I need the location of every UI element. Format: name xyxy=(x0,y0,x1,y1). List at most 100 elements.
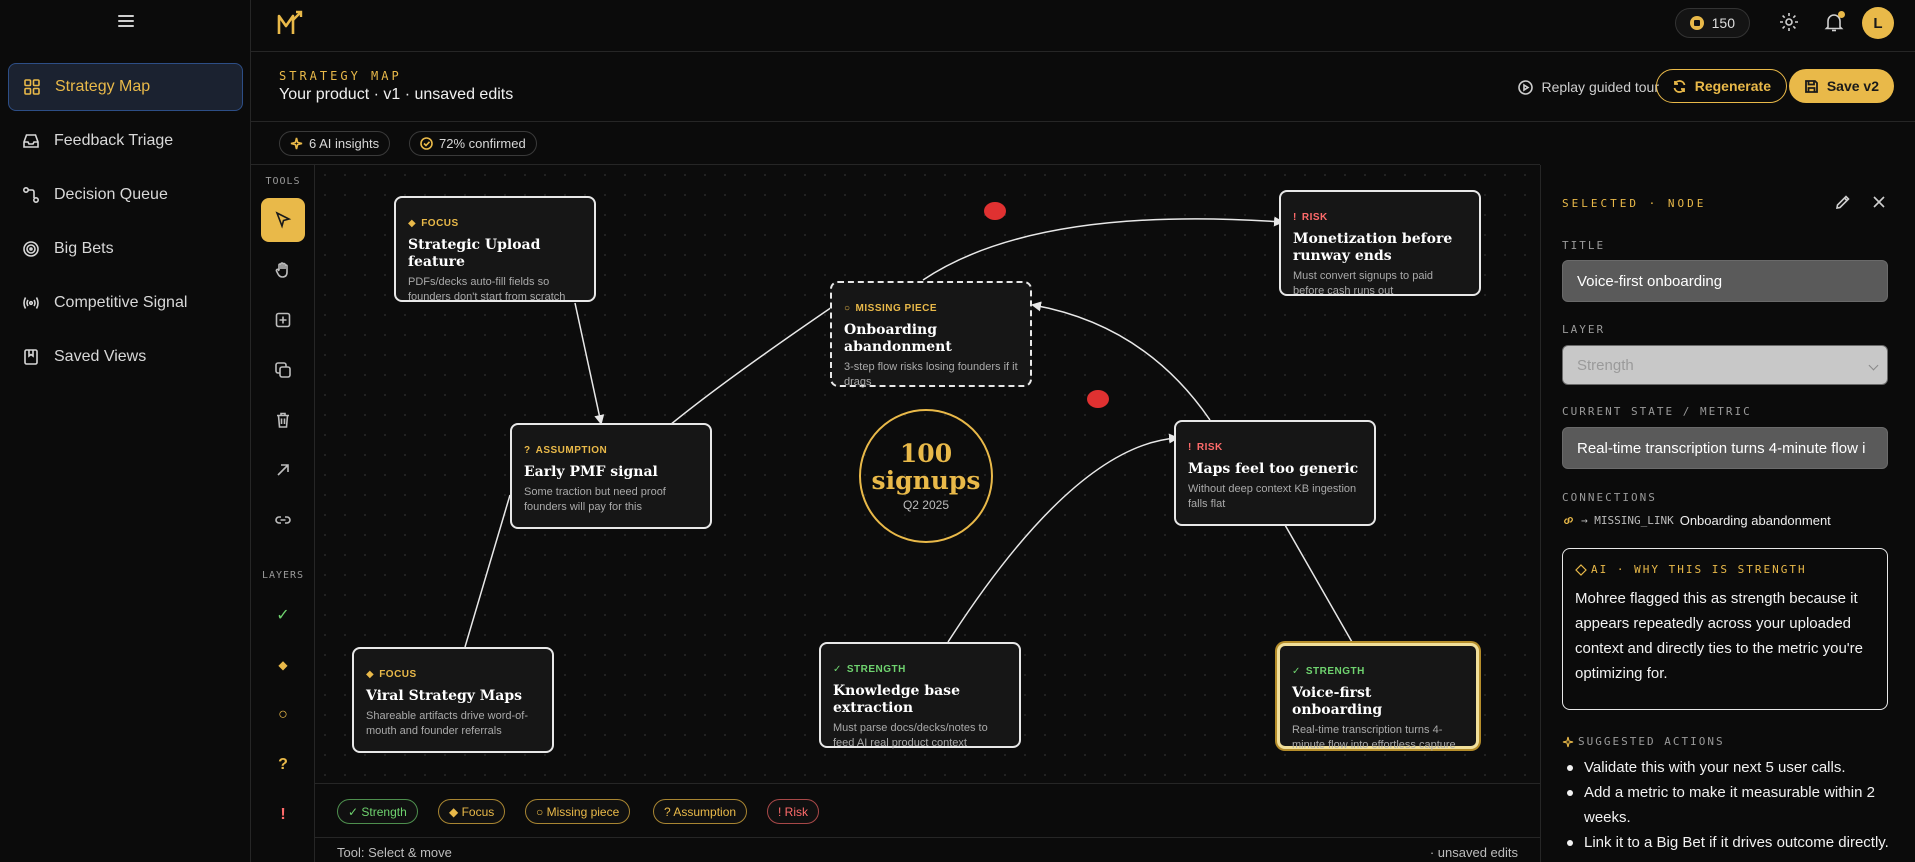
strategy-canvas[interactable]: ◆ FOCUS Strategic Upload feature PDFs/dec… xyxy=(315,165,1540,783)
node-tag: ! RISK xyxy=(1188,442,1223,453)
bookmark-icon xyxy=(22,348,40,366)
connect-tool[interactable] xyxy=(261,448,305,492)
node-strategic-upload[interactable]: ◆ FOCUS Strategic Upload feature PDFs/dec… xyxy=(394,196,596,303)
connection-row[interactable]: → MISSING_LINK Onboarding abandonment xyxy=(1562,513,1831,528)
layers-label: LAYERS xyxy=(261,570,305,581)
replay-tour-button[interactable]: Replay guided tour xyxy=(1518,79,1659,95)
sidebar-item-big-bets[interactable]: Big Bets xyxy=(8,225,243,273)
node-title: Knowledge base extraction xyxy=(833,683,960,716)
pan-tool[interactable] xyxy=(261,248,305,292)
node-maps-generic[interactable]: ! RISK Maps feel too generic Without deep… xyxy=(1174,420,1376,526)
node-onboarding-abandonment[interactable]: ○ MISSING PIECE Onboarding abandonment 3-… xyxy=(830,281,1032,388)
sidebar-item-decision-queue[interactable]: Decision Queue xyxy=(8,171,243,219)
suggested-action[interactable]: Add a metric to make it measurable withi… xyxy=(1562,780,1892,830)
gear-icon[interactable] xyxy=(1778,11,1800,33)
goal-number: 100 xyxy=(899,439,953,468)
menu-icon[interactable] xyxy=(118,12,134,28)
legend-assumption-chip[interactable]: ? Assumption xyxy=(653,799,748,824)
sidebar-item-label: Strategy Map xyxy=(55,78,151,95)
goal-unit: signups xyxy=(871,466,981,495)
suggested-action[interactable]: Validate this with your next 5 user call… xyxy=(1562,755,1892,780)
regenerate-label: Regenerate xyxy=(1694,78,1771,94)
copy-icon xyxy=(275,362,291,378)
layer-missing-toggle[interactable]: ○ xyxy=(261,695,305,735)
ai-insights-chip[interactable]: 6 AI insights xyxy=(279,131,391,156)
layer-strength-toggle[interactable]: ✓ xyxy=(261,595,305,635)
suggested-action[interactable]: Link it to a Big Bet if it drives outcom… xyxy=(1562,830,1892,855)
page-header: STRATEGY MAP Your product · v1 · unsaved… xyxy=(251,52,1915,122)
regenerate-button[interactable]: Regenerate xyxy=(1655,69,1787,103)
connection-kind: → MISSING_LINK xyxy=(1581,514,1674,527)
avatar[interactable]: L xyxy=(1862,7,1894,39)
node-desc: Shareable artifacts drive word-of-mouth … xyxy=(366,710,529,737)
add-node-tool[interactable] xyxy=(261,298,305,342)
save-button[interactable]: Save v2 xyxy=(1788,69,1894,103)
node-monetization[interactable]: ! RISK Monetization before runway ends Mu… xyxy=(1279,190,1481,297)
legend-risk-chip[interactable]: ! Risk xyxy=(767,799,819,824)
metric-input[interactable]: Real-time transcription turns 4-minute f… xyxy=(1562,427,1888,469)
check-circle-icon xyxy=(420,137,433,150)
node-viral-maps[interactable]: ◆ FOCUS Viral Strategy Maps Shareable art… xyxy=(352,647,554,753)
delete-tool[interactable] xyxy=(261,398,305,442)
logo-icon[interactable] xyxy=(276,10,304,38)
metric-field-label: CURRENT STATE / METRIC xyxy=(1562,405,1752,418)
close-icon[interactable] xyxy=(1870,193,1888,211)
plus-square-icon xyxy=(275,312,291,328)
sidebar-item-strategy-map[interactable]: Strategy Map xyxy=(8,63,243,111)
ai-explanation-card: AI · WHY THIS IS STRENGTH Mohree flagged… xyxy=(1562,548,1888,710)
layer-risk-toggle[interactable]: ! xyxy=(261,795,305,835)
sidebar-item-label: Saved Views xyxy=(54,348,147,365)
link-tool[interactable] xyxy=(261,498,305,542)
layer-focus-toggle[interactable]: ◆ xyxy=(261,645,305,685)
play-circle-icon xyxy=(1518,79,1534,95)
node-voice-onboarding[interactable]: ✓ STRENGTH Voice-first onboarding Real-ti… xyxy=(1277,643,1479,751)
sidebar-item-saved-views[interactable]: Saved Views xyxy=(8,333,243,381)
edit-icon[interactable] xyxy=(1834,193,1852,211)
node-title: Onboarding abandonment xyxy=(844,322,952,355)
node-tag: ? ASSUMPTION xyxy=(524,445,608,456)
select-tool[interactable] xyxy=(261,198,305,242)
bell-icon[interactable] xyxy=(1823,11,1845,33)
sidebar: Strategy Map Feedback Triage Decision Qu… xyxy=(0,0,251,862)
ai-head: AI · WHY THIS IS STRENGTH xyxy=(1575,563,1875,576)
node-knowledge-base[interactable]: ✓ STRENGTH Knowledge base extraction Must… xyxy=(819,642,1021,749)
page-eyebrow: STRATEGY MAP xyxy=(279,69,402,83)
legend-focus-chip[interactable]: ◆ Focus xyxy=(438,799,506,824)
tool-status: Tool: Select & move xyxy=(337,845,452,860)
node-tag: ✓ STRENGTH xyxy=(833,664,906,675)
node-desc: Without deep context KB ingestion falls … xyxy=(1188,483,1357,510)
node-title: Early PMF signal xyxy=(524,464,658,480)
ai-body: Mohree flagged this as strength because … xyxy=(1575,590,1863,682)
node-title: Maps feel too generic xyxy=(1188,461,1359,477)
layer-assumption-toggle[interactable]: ? xyxy=(261,745,305,785)
sidebar-item-competitive-signal[interactable]: Competitive Signal xyxy=(8,279,243,327)
edge-generic-to-onboarding xyxy=(1031,301,1211,421)
confirmed-label: 72% confirmed xyxy=(439,136,526,151)
duplicate-tool[interactable] xyxy=(261,348,305,392)
goal-period: Q2 2025 xyxy=(902,498,950,512)
node-early-pmf[interactable]: ? ASSUMPTION Early PMF signal Some tracti… xyxy=(510,423,712,529)
confirmed-chip[interactable]: 72% confirmed xyxy=(409,131,537,156)
sidebar-item-label: Competitive Signal xyxy=(54,294,188,311)
sidebar-item-feedback-triage[interactable]: Feedback Triage xyxy=(8,117,243,165)
legend-strength-chip[interactable]: ✓ Strength xyxy=(337,799,418,824)
credits-badge[interactable]: 150 xyxy=(1674,8,1750,38)
insight-bar: 6 AI insights 72% confirmed xyxy=(251,122,1540,165)
alert-dot[interactable] xyxy=(984,202,1006,220)
layer-legend: ✓ Strength ◆ Focus ○ Missing piece ? Ass… xyxy=(315,783,1540,837)
title-input[interactable]: Voice-first onboarding xyxy=(1562,260,1888,302)
sparkle-icon xyxy=(1562,736,1574,747)
edge-generic-to-voice xyxy=(1284,524,1353,643)
layer-select[interactable]: Strength xyxy=(1562,345,1888,385)
node-inspector: SELECTED · NODE TITLE Voice-first onboar… xyxy=(1540,165,1915,862)
connection-target: Onboarding abandonment xyxy=(1679,513,1831,528)
node-title: Voice-first onboarding xyxy=(1292,685,1383,718)
inbox-icon xyxy=(22,132,40,150)
signal-icon xyxy=(22,294,40,312)
goal-metric[interactable]: 100 signups Q2 2025 xyxy=(859,409,993,543)
alert-dot[interactable] xyxy=(1087,390,1109,408)
edge-pmf-to-viral xyxy=(464,494,511,648)
title-field-label: TITLE xyxy=(1562,239,1606,252)
legend-missing-chip[interactable]: ○ Missing piece xyxy=(525,799,631,824)
link-icon xyxy=(1564,517,1573,524)
